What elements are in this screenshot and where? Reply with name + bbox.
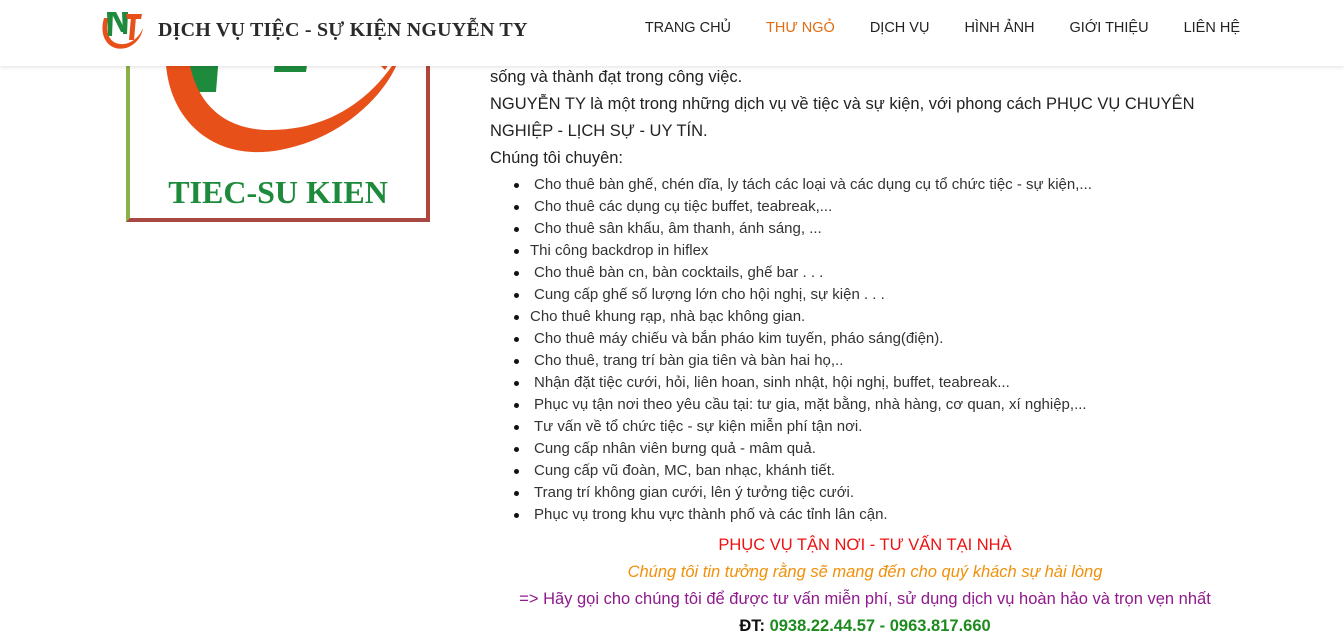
main-content: sống và thành đạt trong công việc. NGUYỄ…: [490, 64, 1230, 526]
service-list-item: Nhận đặt tiệc cưới, hỏi, liên hoan, sinh…: [490, 372, 1230, 394]
phone-label: ĐT:: [739, 617, 770, 635]
service-list-item: Phục vụ trong khu vực thành phố và các t…: [490, 504, 1230, 526]
nav-item-contact[interactable]: LIÊN HỆ: [1184, 20, 1240, 36]
phone-line: ĐT: 0938.22.44.57 - 0963.817.660: [490, 617, 1240, 636]
service-list-item: Thi công backdrop in hiflex: [490, 240, 1230, 262]
nav-item-services[interactable]: DỊCH VỤ: [870, 20, 930, 36]
service-list-item: Cung cấp ghế số lượng lớn cho hội nghị, …: [490, 284, 1230, 306]
brand-name[interactable]: DỊCH VỤ TIỆC - SỰ KIỆN NGUYỄN TY: [158, 19, 528, 42]
nav-item-about[interactable]: GIỚI THIỆU: [1070, 20, 1149, 36]
service-list-item: Cung cấp nhân viên bưng quả - mâm quả.: [490, 438, 1230, 460]
service-list-item: Cho thuê sân khấu, âm thanh, ánh sáng, .…: [490, 218, 1230, 240]
main-nav: TRANG CHỦ THƯ NGỎ DỊCH VỤ HÌNH ẢNH GIỚI …: [645, 20, 1240, 36]
service-list-item: Cho thuê các dụng cụ tiệc buffet, teabre…: [490, 196, 1230, 218]
intro-tail-paragraph: sống và thành đạt trong công việc.: [490, 68, 743, 86]
service-list-item: Cho thuê bàn cn, bàn cocktails, ghế bar …: [490, 262, 1230, 284]
service-list-item: Cho thuê bàn ghế, chén dĩa, ly tách các …: [490, 174, 1230, 196]
service-list-item: Cung cấp vũ đoàn, MC, ban nhạc, khánh ti…: [490, 460, 1230, 482]
service-list: Cho thuê bàn ghế, chén dĩa, ly tách các …: [490, 174, 1230, 526]
call-to-action-text: => Hãy gọi cho chúng tôi để được tư vấn …: [519, 590, 1211, 608]
site-header: DỊCH VỤ TIỆC - SỰ KIỆN NGUYỄN TY TRANG C…: [0, 0, 1344, 66]
specialty-heading: Chúng tôi chuyên:: [490, 149, 624, 167]
logo-image-text: TIEC-SU KIEN: [168, 174, 388, 210]
nav-item-gallery[interactable]: HÌNH ẢNH: [964, 20, 1034, 36]
onsite-service-headline: PHỤC VỤ TẬN NƠI - TƯ VẤN TẠI NHÀ: [718, 536, 1012, 554]
company-intro-paragraph: NGUYỄN TY là một trong những dịch vụ về …: [490, 95, 1195, 140]
nav-item-letter[interactable]: THƯ NGỎ: [766, 20, 835, 36]
satisfaction-tagline: Chúng tôi tin tưởng rằng sẽ mang đến cho…: [627, 563, 1103, 581]
phone-numbers[interactable]: 0938.22.44.57 - 0963.817.660: [770, 617, 991, 635]
service-list-item: Trang trí không gian cưới, lên ý tưởng t…: [490, 482, 1230, 504]
nav-item-home[interactable]: TRANG CHỦ: [645, 20, 731, 36]
service-list-item: Cho thuê, trang trí bàn gia tiên và bàn …: [490, 350, 1230, 372]
service-list-item: Cho thuê khung rạp, nhà bạc không gian.: [490, 306, 1230, 328]
service-list-item: Tư vấn về tổ chức tiệc - sự kiện miễn ph…: [490, 416, 1230, 438]
service-list-item: Phục vụ tận nơi theo yêu cầu tại: tư gia…: [490, 394, 1230, 416]
brand-logo-icon[interactable]: [100, 10, 144, 52]
service-list-item: Cho thuê máy chiếu và bắn pháo kim tuyến…: [490, 328, 1230, 350]
